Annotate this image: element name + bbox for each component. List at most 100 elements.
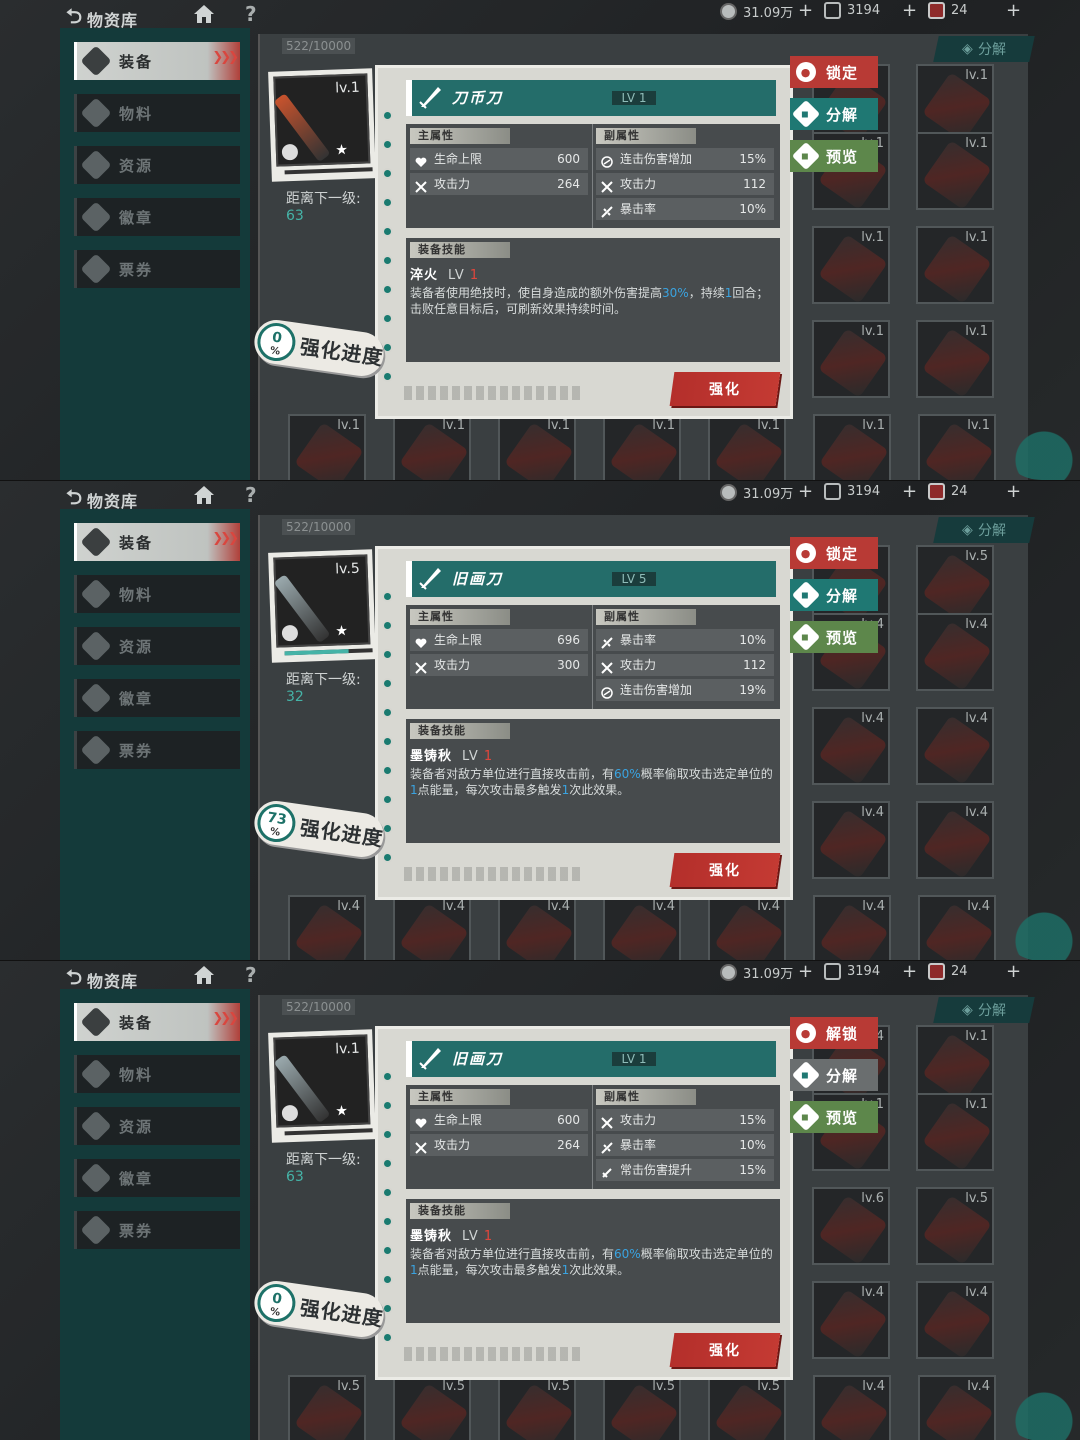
inventory-slot[interactable]: lv.4 [916, 1281, 994, 1359]
inventory-slot[interactable]: lv.1 [812, 226, 890, 304]
equipment-preview[interactable]: lv.1 ★ [268, 1029, 376, 1143]
side-lock-button[interactable]: ● 解锁 [790, 1017, 878, 1049]
inventory-slot[interactable]: lv.1 [918, 414, 996, 480]
inventory-slot[interactable]: lv.4 [812, 801, 890, 879]
home-icon[interactable] [193, 4, 215, 24]
inventory-slot[interactable]: lv.1 [916, 320, 994, 398]
inventory-slot[interactable]: lv.4 [393, 895, 471, 960]
binder-ring [382, 591, 393, 602]
menu-item-2[interactable]: 资源 [74, 146, 240, 184]
attributes-divider [592, 605, 593, 709]
menu-item-0[interactable]: 装备 ❯❯❯ [74, 1003, 240, 1041]
home-icon[interactable] [193, 965, 215, 985]
inventory-slot[interactable]: lv.6 [812, 1187, 890, 1265]
decompose-mode-button[interactable]: ◈ 分解 [933, 997, 1035, 1023]
main-attributes: 主属性 生命上限 600 攻击力 264 [410, 128, 588, 198]
inventory-slot[interactable]: lv.1 [393, 414, 471, 480]
menu-item-2[interactable]: 资源 [74, 627, 240, 665]
attribute-value: 15% [739, 152, 766, 166]
inventory-slot[interactable]: lv.4 [708, 895, 786, 960]
inventory-slot[interactable]: lv.5 [498, 1375, 576, 1440]
menu-item-1[interactable]: 物料 [74, 1055, 240, 1093]
inventory-slot[interactable]: lv.4 [812, 1281, 890, 1359]
inventory-slot[interactable]: lv.1 [813, 414, 891, 480]
inventory-slot[interactable]: lv.1 [916, 64, 994, 142]
menu-item-0[interactable]: 装备 ❯❯❯ [74, 42, 240, 80]
attribute-value: 696 [557, 633, 580, 647]
menu-item-4[interactable]: 票券 [74, 250, 240, 288]
add-resource-button[interactable]: + [1006, 481, 1021, 502]
add-resource-button[interactable]: + [1006, 0, 1021, 21]
side-lock-button[interactable]: ● 锁定 [790, 56, 878, 88]
upgrade-button[interactable]: 强化 [669, 853, 781, 887]
inventory-slot[interactable]: lv.1 [916, 226, 994, 304]
menu-item-2[interactable]: 资源 [74, 1107, 240, 1145]
skill-text: 装备者对敌方单位进行直接攻击前，有 [410, 767, 615, 781]
side-prev-button[interactable]: ◆ 预览 [790, 621, 878, 653]
inventory-slot[interactable]: lv.1 [916, 1093, 994, 1171]
side-prev-button[interactable]: ◆ 预览 [790, 1101, 878, 1133]
help-icon[interactable]: ? [245, 483, 257, 507]
menu-item-1[interactable]: 物料 [74, 575, 240, 613]
add-resource-button[interactable]: + [798, 481, 813, 502]
menu-item-4[interactable]: 票券 [74, 1211, 240, 1249]
side-decomp-button[interactable]: ◆ 分解 [790, 98, 878, 130]
menu-item-3[interactable]: 徽章 [74, 198, 240, 236]
side-decomp-button[interactable]: ◆ 分解 [790, 579, 878, 611]
menu-item-3[interactable]: 徽章 [74, 679, 240, 717]
menu-item-4[interactable]: 票券 [74, 731, 240, 769]
inventory-slot[interactable]: lv.5 [393, 1375, 471, 1440]
inventory-slot[interactable]: lv.4 [916, 801, 994, 879]
inventory-slot[interactable]: lv.4 [288, 895, 366, 960]
help-icon[interactable]: ? [245, 2, 257, 26]
inventory-slot[interactable]: lv.4 [812, 707, 890, 785]
inventory-slot[interactable]: lv.5 [708, 1375, 786, 1440]
inventory-slot[interactable]: lv.5 [916, 1187, 994, 1265]
menu-item-3[interactable]: 徽章 [74, 1159, 240, 1197]
decompose-mode-button[interactable]: ◈ 分解 [933, 36, 1035, 62]
inventory-slot[interactable]: lv.4 [916, 613, 994, 691]
help-icon[interactable]: ? [245, 963, 257, 987]
menu-item-0[interactable]: 装备 ❯❯❯ [74, 523, 240, 561]
home-icon[interactable] [193, 485, 215, 505]
add-resource-button[interactable]: + [902, 0, 917, 21]
decompose-mode-button[interactable]: ◈ 分解 [933, 517, 1035, 543]
inventory-slot[interactable]: lv.1 [916, 132, 994, 210]
inventory-slot[interactable]: lv.1 [812, 320, 890, 398]
category-menu: 装备 ❯❯❯ 物料资源徽章票券 [60, 509, 250, 960]
slot-level: lv.4 [967, 1379, 990, 1394]
side-lock-button[interactable]: ● 锁定 [790, 537, 878, 569]
inventory-slot[interactable]: lv.4 [603, 895, 681, 960]
upgrade-button[interactable]: 强化 [669, 1333, 781, 1367]
inventory-slot[interactable]: lv.1 [708, 414, 786, 480]
inventory-slot[interactable]: lv.4 [498, 895, 576, 960]
inventory-slot[interactable]: lv.4 [918, 1375, 996, 1440]
inventory-slot[interactable]: lv.4 [916, 707, 994, 785]
resource-tickets-value: 24 [951, 3, 968, 18]
side-decomp-button[interactable]: ◆ 分解 [790, 1059, 878, 1091]
inventory-slot[interactable]: lv.5 [603, 1375, 681, 1440]
inventory-slot[interactable]: lv.1 [916, 1025, 994, 1103]
add-resource-button[interactable]: + [798, 961, 813, 982]
menu-item-1[interactable]: 物料 [74, 94, 240, 132]
inventory-slot[interactable]: lv.4 [813, 1375, 891, 1440]
inventory-slot[interactable]: lv.5 [916, 545, 994, 623]
equipment-preview[interactable]: lv.1 ★ [268, 68, 376, 182]
add-resource-button[interactable]: + [1006, 961, 1021, 982]
add-resource-button[interactable]: + [902, 961, 917, 982]
add-resource-button[interactable]: + [902, 481, 917, 502]
sub-attribute-row: 连击伤害增加 19% [596, 679, 774, 701]
side-prev-button[interactable]: ◆ 预览 [790, 140, 878, 172]
equipment-preview[interactable]: lv.5 ★ [268, 549, 376, 663]
resource-coins-value: 31.09万 [743, 967, 794, 982]
slot-level: lv.5 [965, 1191, 988, 1206]
inventory-slot[interactable]: lv.4 [918, 895, 996, 960]
inventory-slot[interactable]: lv.5 [288, 1375, 366, 1440]
add-resource-button[interactable]: + [798, 0, 813, 21]
upgrade-button[interactable]: 强化 [669, 372, 781, 406]
inventory-slot[interactable]: lv.4 [813, 895, 891, 960]
inventory-slot[interactable]: lv.1 [603, 414, 681, 480]
skill-box: 装备技能 墨铸秋 LV 1 装备者对敌方单位进行直接攻击前，有60%概率偷取攻击选定单… [406, 1199, 780, 1323]
inventory-slot[interactable]: lv.1 [288, 414, 366, 480]
inventory-slot[interactable]: lv.1 [498, 414, 576, 480]
